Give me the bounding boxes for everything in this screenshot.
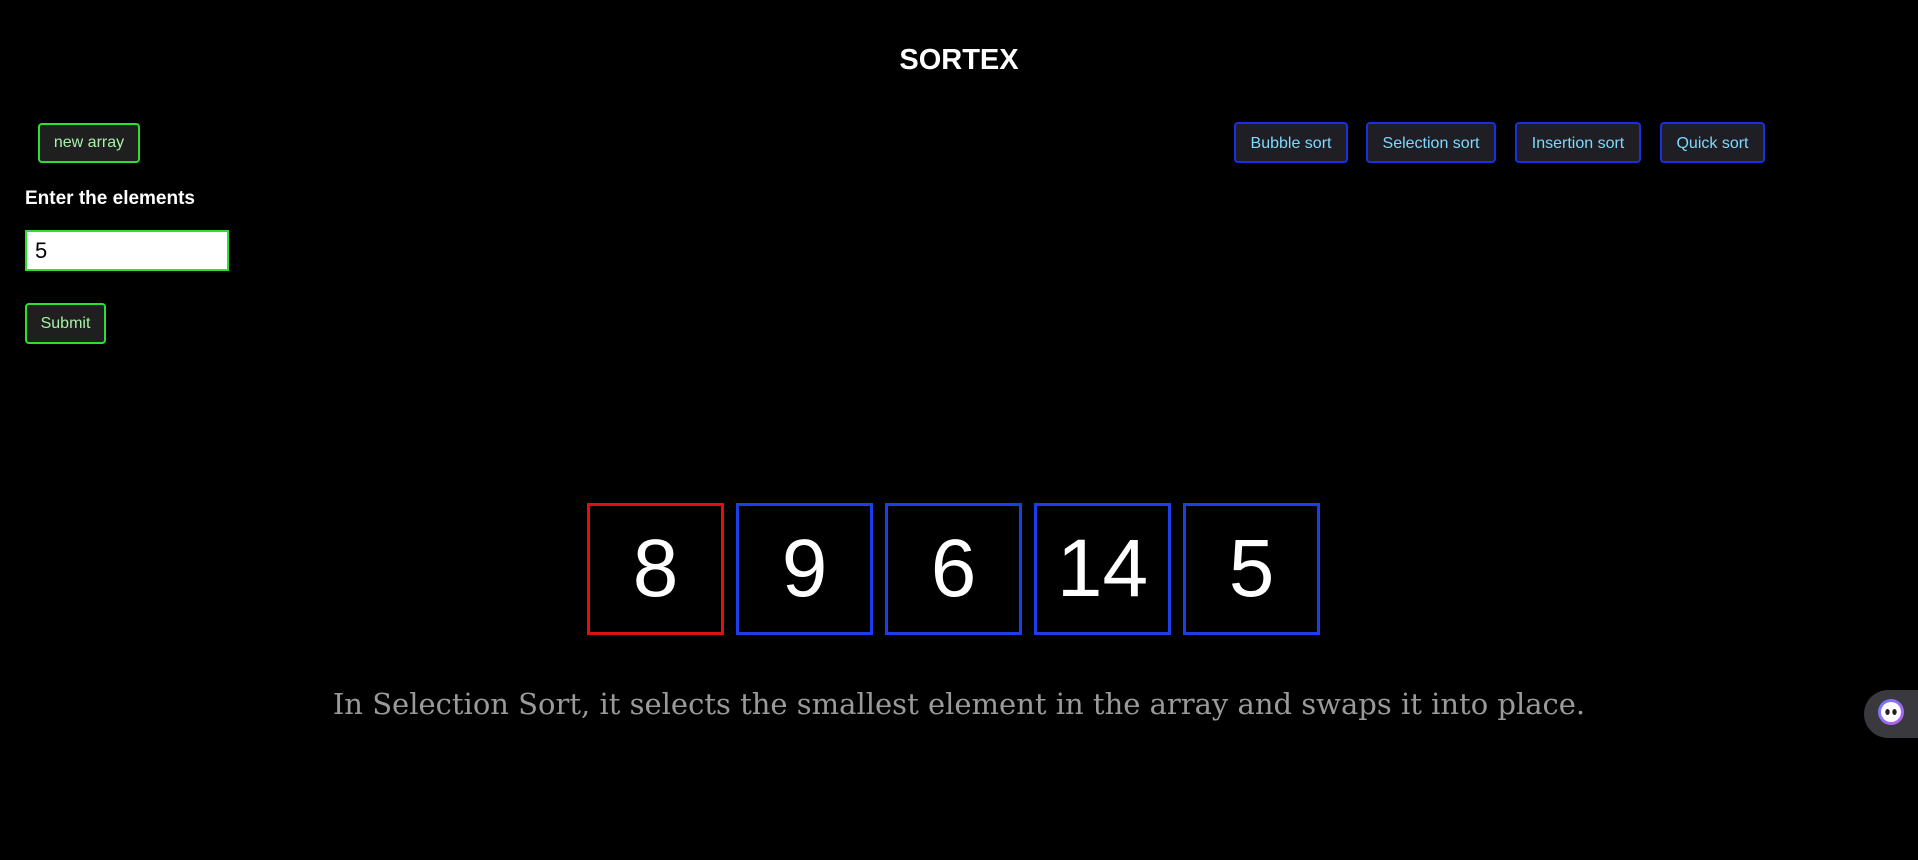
assistant-face-icon	[1876, 697, 1906, 732]
assistant-widget-button[interactable]	[1864, 690, 1918, 738]
array-cell: 8	[587, 503, 724, 635]
enter-elements-label: Enter the elements	[25, 188, 195, 209]
new-array-button[interactable]: new array	[38, 123, 140, 163]
submit-button[interactable]: Submit	[25, 303, 106, 344]
selection-sort-button[interactable]: Selection sort	[1366, 122, 1496, 163]
page: SORTEX new array Bubble sort Selection s…	[0, 0, 1918, 860]
page-title: SORTEX	[899, 44, 1019, 76]
quick-sort-button[interactable]: Quick sort	[1660, 122, 1765, 163]
algorithm-description: In Selection Sort, it selects the smalle…	[332, 687, 1586, 721]
array-cell: 9	[736, 503, 873, 635]
array-cell: 14	[1034, 503, 1171, 635]
array-display: 8 9 6 14 5	[587, 503, 1320, 635]
array-cell: 6	[885, 503, 1022, 635]
array-cell: 5	[1183, 503, 1320, 635]
insertion-sort-button[interactable]: Insertion sort	[1515, 122, 1641, 163]
bubble-sort-button[interactable]: Bubble sort	[1234, 122, 1348, 163]
element-count-input[interactable]	[25, 230, 229, 271]
